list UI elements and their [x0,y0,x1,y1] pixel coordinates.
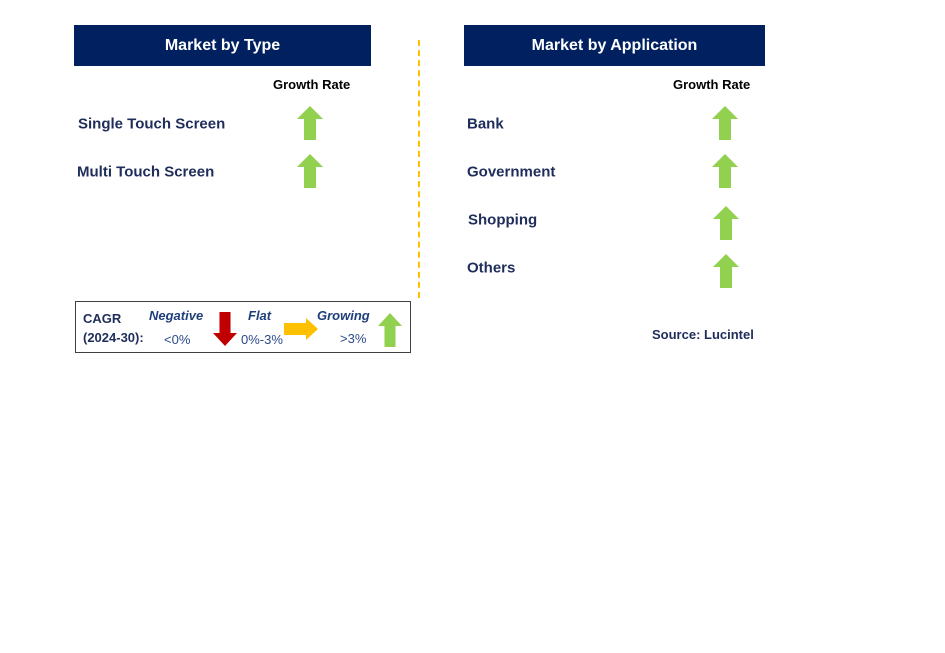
legend-negative-range: <0% [164,332,191,347]
arrow-up-icon [297,154,323,188]
application-panel-title: Market by Application [464,25,765,66]
arrow-up-icon [712,106,738,140]
application-item-label: Government [467,163,556,181]
type-growth-header: Growth Rate [273,77,351,92]
cagr-legend: CAGR (2024-30): Negative <0% Flat 0%-3% … [75,301,411,353]
arrow-up-icon [712,154,738,188]
legend-negative-label: Negative [149,308,204,323]
type-item-label: Single Touch Screen [78,115,226,133]
arrow-down-icon [213,312,237,346]
source-note: Source: Lucintel [652,327,754,342]
legend-period: (2024-30): [83,330,144,345]
arrow-up-icon [378,313,402,347]
type-panel-title: Market by Type [74,25,371,66]
application-item-label: Bank [467,115,504,133]
application-item-label: Shopping [468,211,538,229]
legend-flat-range: 0%-3% [241,332,283,347]
legend-growing-label: Growing [317,308,370,323]
infographic: Market by Type Growth Rate Single Touch … [0,0,945,653]
arrow-right-icon [284,318,318,340]
type-item-label: Multi Touch Screen [77,163,215,181]
legend-cagr: CAGR [83,311,122,326]
arrow-up-icon [297,106,323,140]
application-item-label: Others [467,259,516,277]
application-growth-header: Growth Rate [673,77,751,92]
arrow-up-icon [713,254,739,288]
legend-flat-label: Flat [248,308,272,323]
divider [418,40,420,298]
arrow-up-icon [713,206,739,240]
legend-growing-range: >3% [340,331,367,346]
